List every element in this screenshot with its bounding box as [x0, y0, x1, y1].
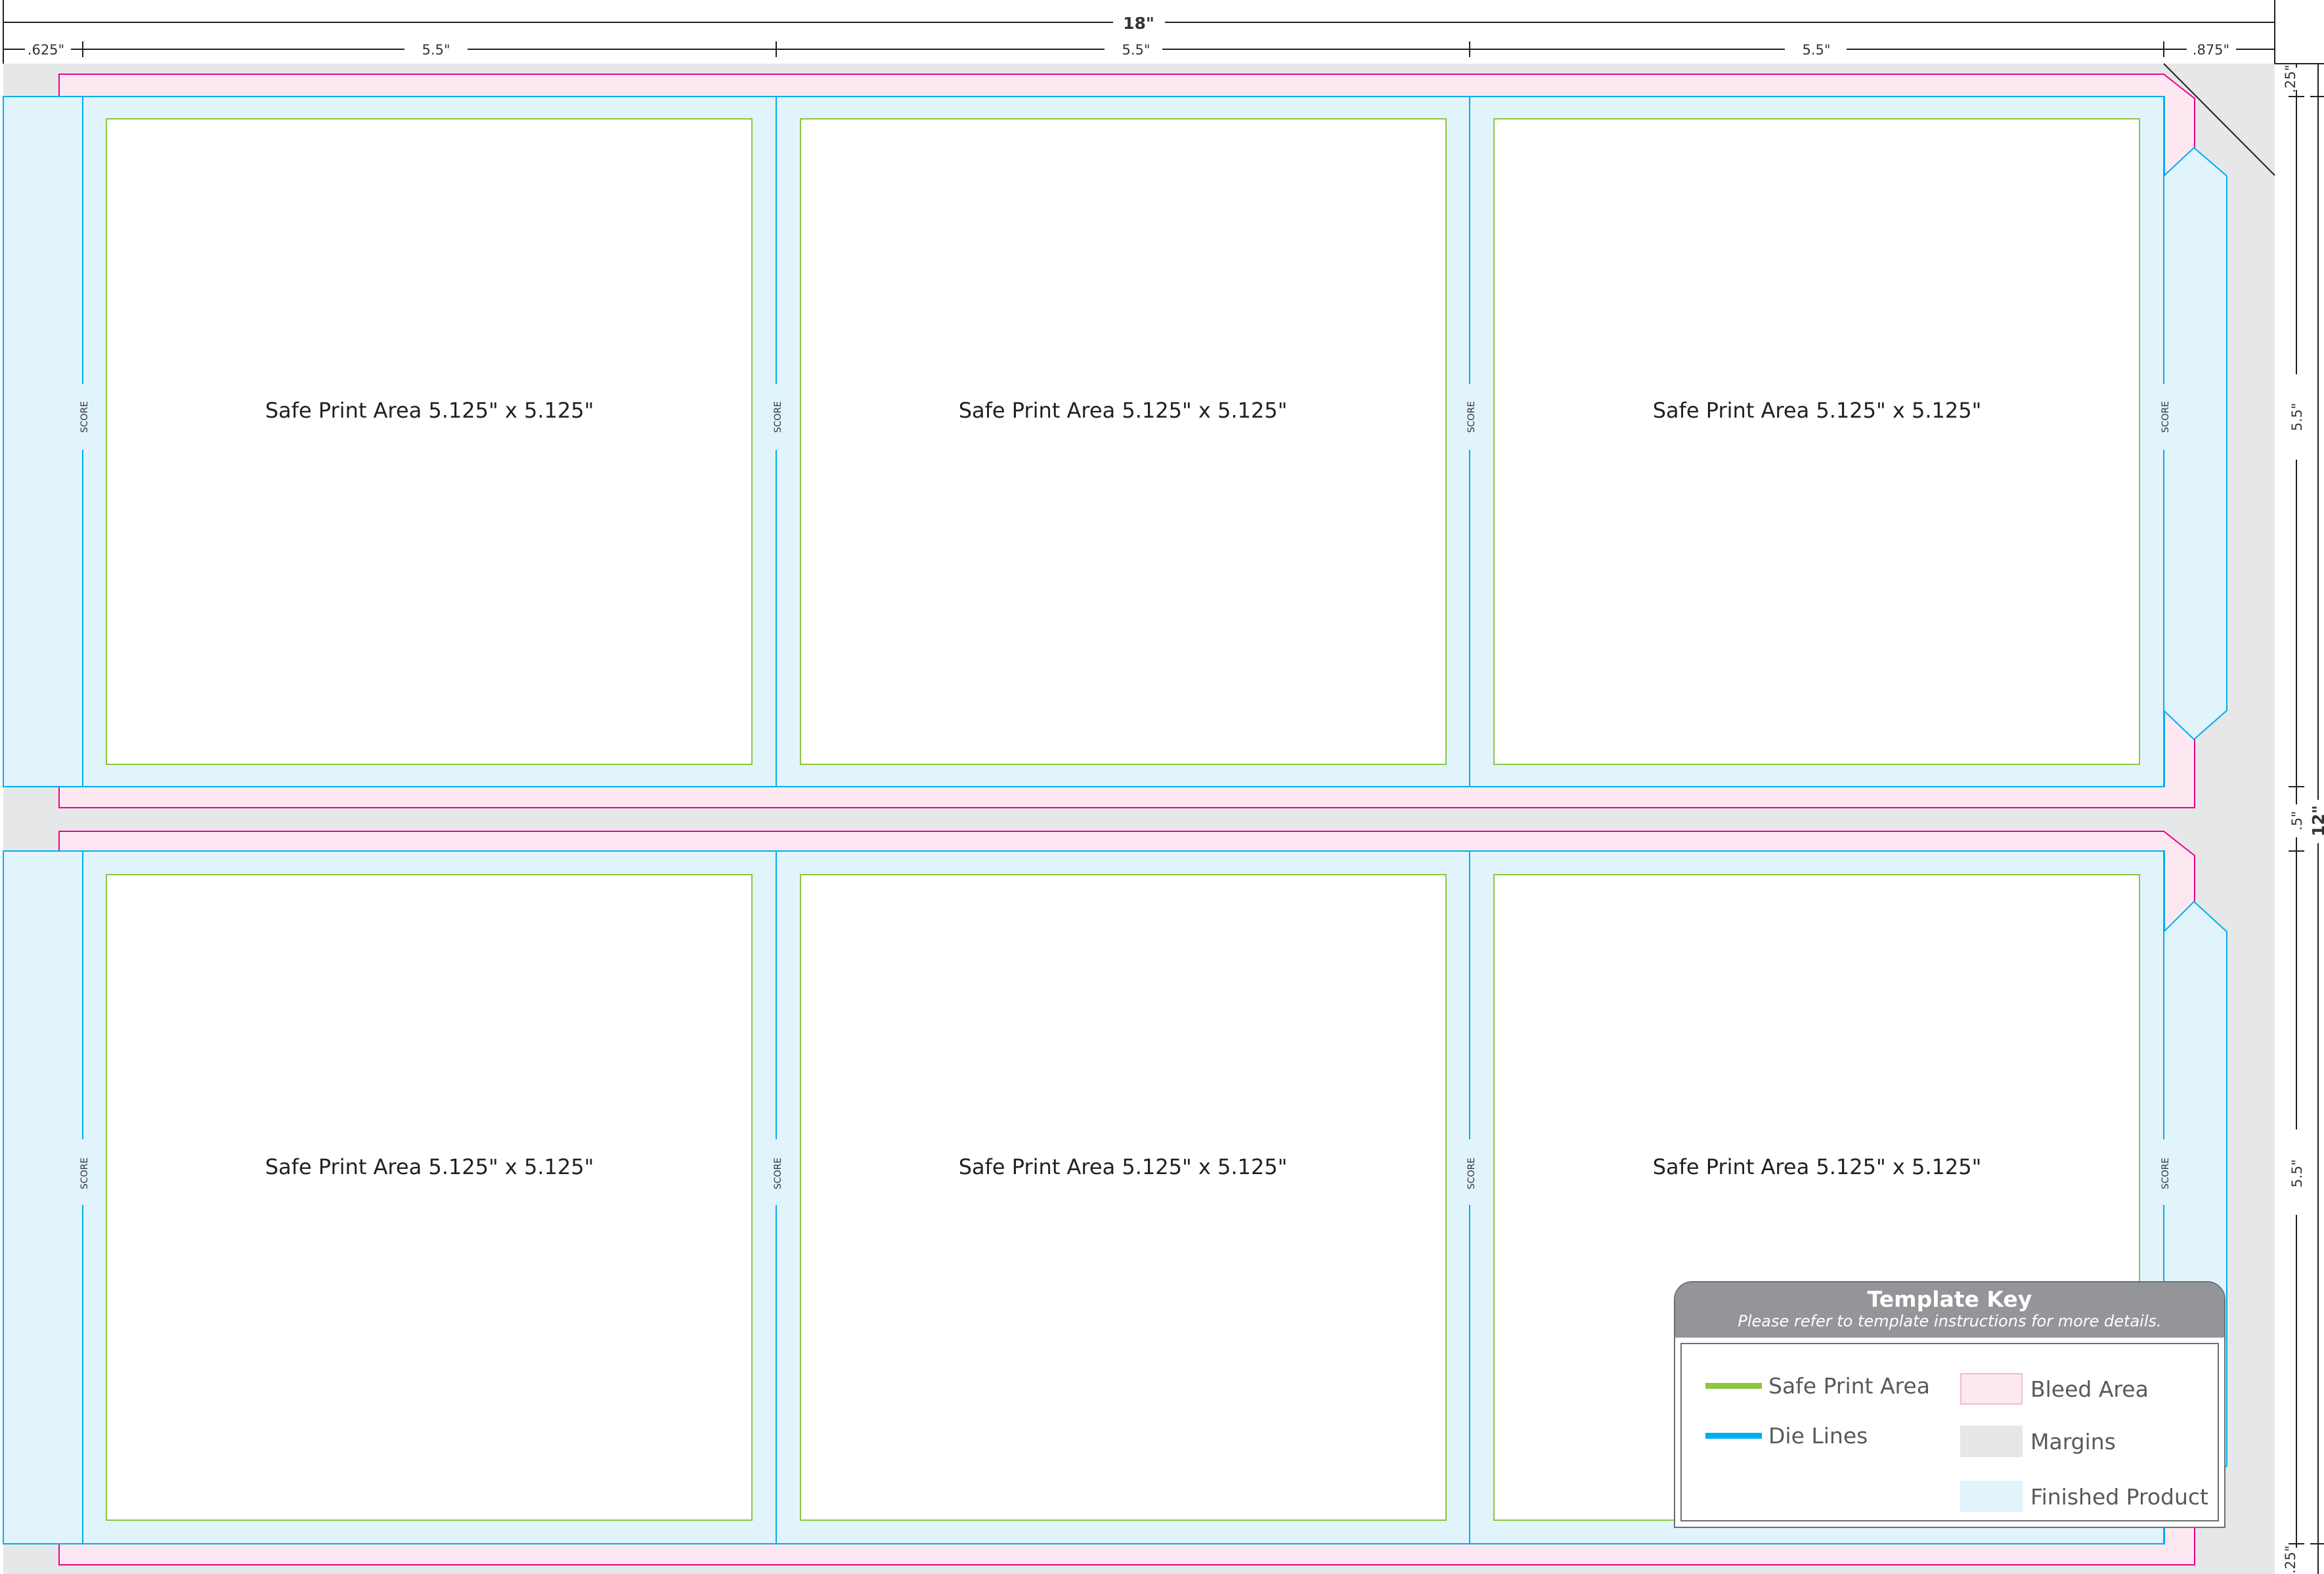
finished-product-swatch — [1960, 1481, 2023, 1512]
top-margin-label: .25" — [2283, 64, 2298, 93]
glue-strip-row-2 — [3, 850, 83, 1544]
safe-print-area — [1493, 118, 2140, 765]
safe-print-area-label: Safe Print Area 5.125" x 5.125" — [1653, 1154, 1982, 1179]
safe-print-area — [106, 874, 753, 1521]
safe-print-area-swatch — [1705, 1383, 1762, 1389]
die-lines-swatch — [1705, 1433, 1762, 1439]
margins-swatch — [1960, 1426, 2023, 1457]
glue-strip-row-1 — [3, 96, 83, 787]
safe-print-area-label: Safe Print Area 5.125" x 5.125" — [265, 1154, 594, 1179]
score-label: SCORE — [79, 401, 90, 433]
panel-width-label: 5.5" — [1122, 42, 1150, 58]
row-gap-label: .5" — [2289, 811, 2305, 831]
score-label: SCORE — [1466, 1158, 1477, 1189]
key-label: Bleed Area — [2030, 1376, 2149, 1402]
key-item-die-lines: Die Lines — [1705, 1423, 1868, 1449]
safe-print-area-label: Safe Print Area 5.125" x 5.125" — [265, 398, 594, 423]
bottom-margin-label: .25" — [2283, 1545, 2298, 1573]
key-label: Finished Product — [2030, 1483, 2208, 1510]
row-height-label: 5.5" — [2289, 403, 2305, 431]
key-label: Margins — [2030, 1428, 2116, 1454]
key-label: Safe Print Area — [1768, 1373, 1930, 1399]
row-height-label: 5.5" — [2289, 1159, 2305, 1187]
tuck-flap-row-1 — [2163, 146, 2227, 741]
row-1: SCORE SCORE SCORE SCORE Safe Print Area … — [3, 74, 2227, 808]
safe-print-area — [800, 874, 1447, 1521]
score-label: SCORE — [79, 1158, 90, 1189]
overall-width-label: 18" — [1123, 14, 1154, 33]
template-key-header: Template Key Please refer to template in… — [1675, 1282, 2224, 1338]
template-key-body: Safe Print Area Die Lines Bleed Area Mar… — [1680, 1343, 2219, 1521]
template-key-subtitle: Please refer to template instructions fo… — [1738, 1312, 2162, 1330]
bleed-area-swatch — [1960, 1373, 2023, 1405]
template-key: Template Key Please refer to template in… — [1674, 1281, 2225, 1528]
score-label: SCORE — [773, 401, 783, 433]
score-label: SCORE — [2160, 1158, 2171, 1189]
score-label: SCORE — [773, 1158, 783, 1189]
panel-width-label: 5.5" — [422, 42, 450, 58]
key-item-margins: Margins — [1960, 1426, 2116, 1457]
safe-print-area-label: Safe Print Area 5.125" x 5.125" — [1653, 398, 1982, 423]
key-item-finished-product: Finished Product — [1960, 1481, 2208, 1512]
key-item-bleed-area: Bleed Area — [1960, 1373, 2149, 1405]
panel-width-label: 5.5" — [1802, 42, 1830, 58]
safe-print-area-label: Safe Print Area 5.125" x 5.125" — [959, 1154, 1288, 1179]
template-key-title: Template Key — [1867, 1286, 2032, 1312]
score-label: SCORE — [1466, 401, 1477, 433]
left-margin-label: .625" — [28, 42, 64, 58]
key-label: Die Lines — [1768, 1423, 1868, 1449]
safe-print-area-label: Safe Print Area 5.125" x 5.125" — [959, 398, 1288, 423]
right-flap-label: .875" — [2193, 42, 2229, 58]
score-label: SCORE — [2160, 401, 2171, 433]
safe-print-area — [106, 118, 753, 765]
overall-height-label: 12" — [2309, 805, 2324, 837]
safe-print-area — [800, 118, 1447, 765]
key-item-safe-print-area: Safe Print Area — [1705, 1373, 1930, 1399]
